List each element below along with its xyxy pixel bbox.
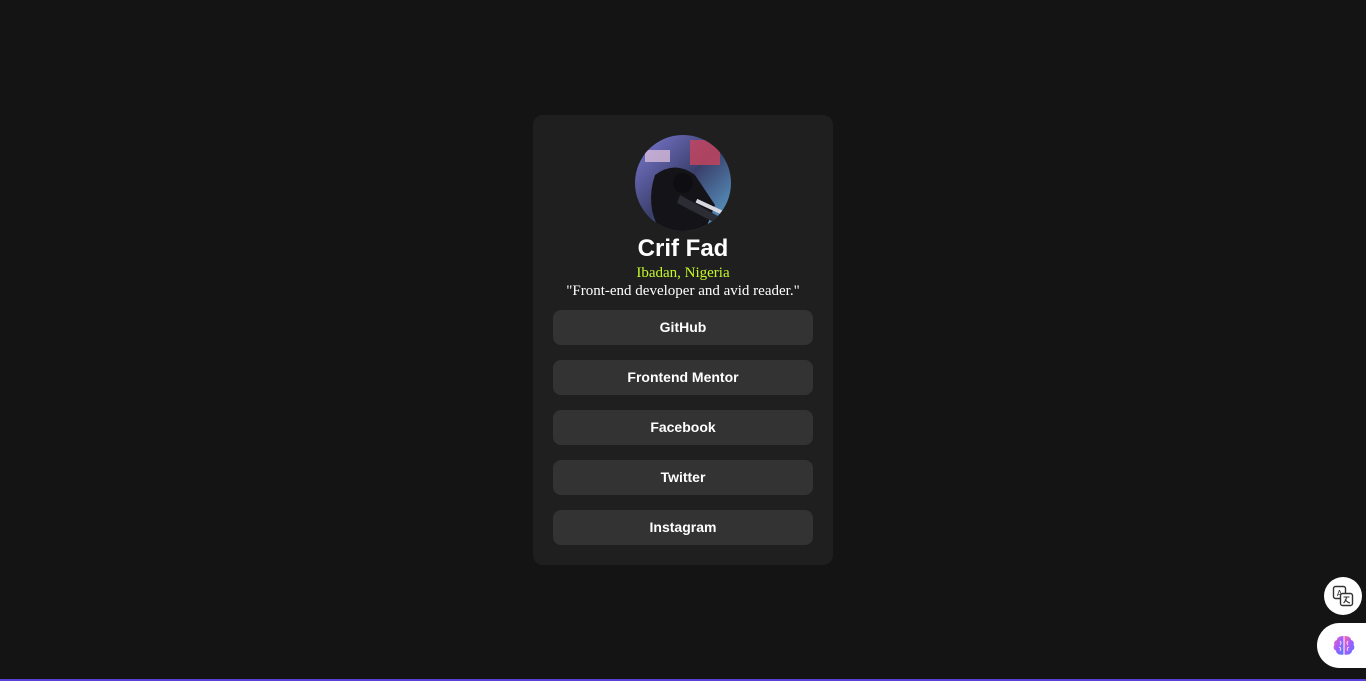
profile-location: Ibadan, Nigeria xyxy=(636,265,730,281)
translate-icon: A xyxy=(1332,585,1354,607)
social-links: GitHub Frontend Mentor Facebook Twitter … xyxy=(553,310,813,560)
translate-button[interactable]: A xyxy=(1324,577,1362,615)
brain-icon xyxy=(1333,635,1355,655)
assistant-button[interactable] xyxy=(1317,623,1366,668)
profile-bio: "Front-end developer and avid reader." xyxy=(566,283,800,299)
frontend-mentor-link-button[interactable]: Frontend Mentor xyxy=(553,360,813,395)
twitter-link-button[interactable]: Twitter xyxy=(553,460,813,495)
facebook-link-button[interactable]: Facebook xyxy=(553,410,813,445)
instagram-link-button[interactable]: Instagram xyxy=(553,510,813,545)
avatar xyxy=(635,135,731,231)
profile-name: Crif Fad xyxy=(637,235,729,262)
avatar-photo xyxy=(635,135,731,231)
profile-card: Crif Fad Ibadan, Nigeria "Front-end deve… xyxy=(533,115,833,565)
github-link-button[interactable]: GitHub xyxy=(553,310,813,345)
